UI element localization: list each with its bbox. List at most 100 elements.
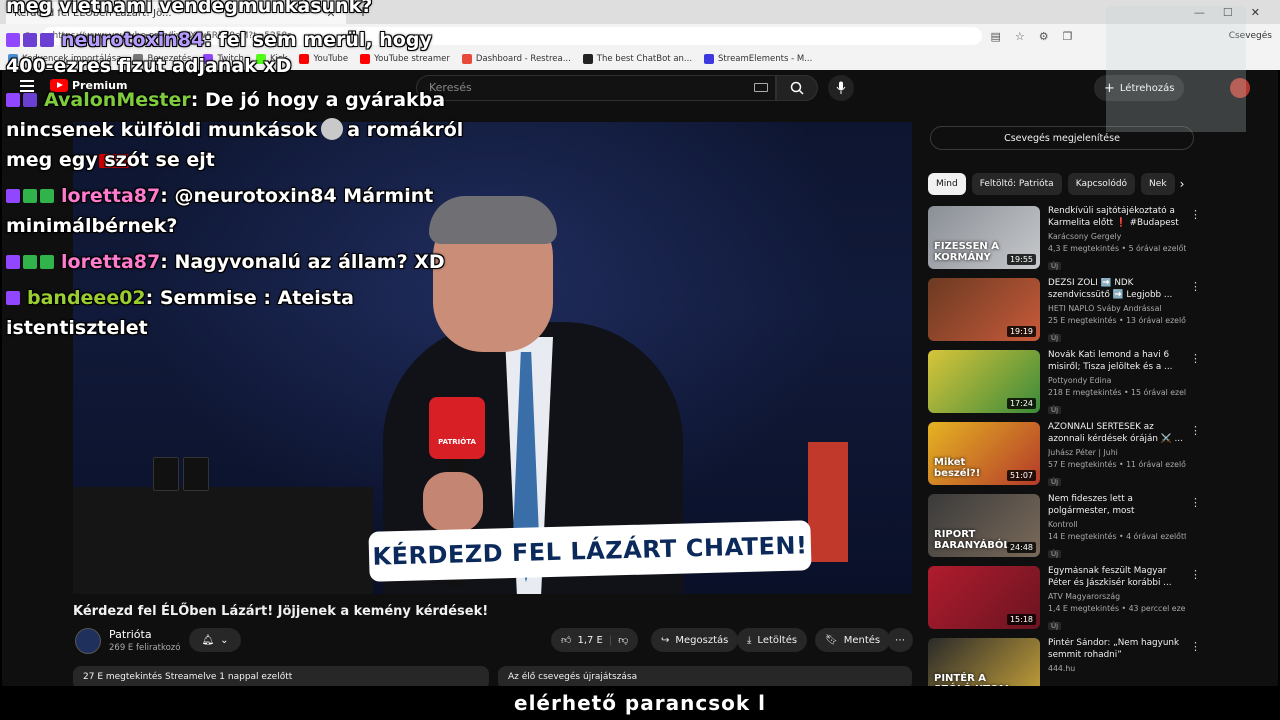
search-icon	[790, 81, 804, 95]
bookmark-item[interactable]: The best ChatBot an...	[582, 54, 692, 64]
reader-icon[interactable]: ▤	[990, 30, 1000, 43]
bookmark-item[interactable]: StreamElements - M...	[704, 54, 812, 64]
video-meta: 25 E megtekintés • 13 órával ezelőtt	[1048, 316, 1186, 325]
keyboard-icon[interactable]	[754, 83, 768, 92]
more-vertical-icon[interactable]: ⋮	[1190, 208, 1201, 221]
video-meta: 1,4 E megtekintés • 43 perccel ezelőtt	[1048, 604, 1186, 613]
video-thumbnail[interactable]: Miket beszél?! 51:07	[928, 422, 1040, 485]
collections-icon[interactable]: ❐	[1063, 30, 1073, 43]
duration-badge: 15:18	[1006, 614, 1036, 625]
video-title[interactable]: Nem fideszes lett a polgármester, most k…	[1048, 494, 1186, 517]
video-title[interactable]: Pintér Sándor: „Nem hagyunk semmit rohad…	[1048, 638, 1186, 661]
speaker-hair	[429, 196, 557, 244]
recommended-video[interactable]: 15:18 Egymásnak feszült Magyar Péter és J…	[928, 566, 1201, 638]
more-vertical-icon[interactable]: ⋮	[1190, 568, 1201, 581]
video-title[interactable]: Rendkívüli sajtótájékoztató a Karmelita …	[1048, 206, 1186, 229]
bookmark-item[interactable]: Dashboard - Restrea...	[461, 54, 571, 64]
channel-name[interactable]: HETI NAPLÓ Sváby Andrással	[1048, 304, 1186, 313]
search-button[interactable]	[776, 75, 818, 101]
video-thumbnail[interactable]: PINTÉR A SZÓLÓ UTCAI	[928, 638, 1040, 686]
chat-line: meg egy szót se ejt	[6, 148, 215, 172]
favorite-star-icon[interactable]: ☆	[1015, 30, 1025, 43]
save-button[interactable]: 🔖︎ Mentés	[815, 628, 891, 652]
video-title[interactable]: DÉZSI ZOLI ➡️ NDK szendvicssütő ➡️ Legjo…	[1048, 278, 1186, 301]
video-thumbnail[interactable]: FIZESSEN A KORMÁNY 19:55	[928, 206, 1040, 269]
thumbs-up-icon: 👍︎	[561, 635, 572, 646]
video-title[interactable]: Egymásnak feszült Magyar Péter és Jászki…	[1048, 566, 1186, 589]
channel-name[interactable]: Patrióta	[109, 628, 152, 641]
filter-chip[interactable]: Kapcsolódó	[1067, 173, 1136, 195]
extensions-icon[interactable]: ⚙	[1039, 30, 1049, 43]
green-badge-icon	[40, 255, 54, 269]
chat-message: : Nagyvonalú az állam? XD	[160, 251, 445, 273]
download-button[interactable]: ⤓ Letöltés	[737, 628, 808, 652]
bookmark-label: StreamElements - M...	[718, 54, 813, 64]
chat-replay-box[interactable]: Az élő csevegés újrajátszása	[498, 666, 912, 686]
subscriber-count: 269 E feliratkozó	[109, 643, 181, 653]
channel-name[interactable]: Juhász Péter | Juhi	[1048, 448, 1186, 457]
filter-chip[interactable]: Mind	[928, 173, 966, 195]
video-thumbnail[interactable]: 15:18	[928, 566, 1040, 629]
recommended-video[interactable]: RIPORT BARANYÁBÓL 24:48 Nem fideszes lett …	[928, 494, 1201, 566]
like-button[interactable]: 👍︎ 1,7 E | 👎︎	[551, 628, 639, 652]
thumbs-down-icon[interactable]: 👎︎	[618, 634, 628, 646]
more-actions-button[interactable]: ⋯	[887, 628, 913, 652]
bookmark-icon: 🔖︎	[825, 634, 838, 646]
chat-line: bandeee02: Semmise : Ateista	[6, 286, 354, 310]
video-thumbnail[interactable]: RIPORT BARANYÁBÓL 24:48	[928, 494, 1040, 557]
channel-name[interactable]: Pottyondy Edina	[1048, 376, 1186, 385]
share-button[interactable]: ↪ Megosztás	[651, 628, 739, 652]
recommended-video[interactable]: Miket beszél?! 51:07 AZONNALI SÉRTÉSEK az …	[928, 422, 1201, 494]
new-badge: Új	[1048, 622, 1062, 630]
search-input[interactable]: Keresés	[416, 75, 776, 101]
channel-name[interactable]: Kontroll	[1048, 520, 1186, 529]
recommended-video[interactable]: 19:19 DÉZSI ZOLI ➡️ NDK szendvicssütő ➡️ …	[928, 278, 1201, 350]
chat-line: loretta87: @neurotoxin84 Mármint	[6, 184, 433, 208]
notification-button[interactable]: 🔔︎ ⌄	[189, 628, 241, 652]
page-scrollbar[interactable]	[1268, 70, 1278, 686]
channel-name[interactable]: ATV Magyarország	[1048, 592, 1186, 601]
video-info: Rendkívüli sajtótájékoztató a Karmelita …	[1048, 206, 1186, 272]
channel-name[interactable]: 444.hu	[1048, 664, 1186, 673]
channel-name[interactable]: Karácsony Gergely	[1048, 232, 1186, 241]
voice-search-button[interactable]	[828, 75, 854, 101]
video-title[interactable]: AZONNALI SÉRTÉSEK az azonnali kérdések ó…	[1048, 422, 1186, 445]
more-vertical-icon[interactable]: ⋮	[1190, 496, 1201, 509]
download-icon: ⤓	[747, 634, 752, 646]
more-vertical-icon[interactable]: ⋮	[1190, 352, 1201, 365]
duration-badge: 17:24	[1006, 398, 1036, 409]
recommended-video[interactable]: PINTÉR A SZÓLÓ UTCAI Pintér Sándor: „Nem …	[928, 638, 1201, 686]
speaker-hand	[423, 472, 483, 532]
more-vertical-icon[interactable]: ⋮	[1190, 280, 1201, 293]
share-icon: ↪	[661, 634, 670, 646]
video-info: Novák Kati lemond a havi 6 misiről; Tisz…	[1048, 350, 1186, 416]
twitch-badge-icon	[6, 189, 20, 203]
duration-badge: 19:19	[1006, 326, 1036, 337]
chat-line: istentisztelet	[6, 316, 148, 340]
chat-message: minimálbérnek?	[6, 215, 178, 237]
recommended-video[interactable]: 17:24 Novák Kati lemond a havi 6 misiről;…	[928, 350, 1201, 422]
new-badge: Új	[1048, 478, 1062, 486]
chat-message: : fel sem merül, hogy	[204, 29, 432, 51]
recommendations-list: FIZESSEN A KORMÁNY 19:55 Rendkívüli sajtót…	[928, 206, 1201, 686]
video-title[interactable]: Novák Kati lemond a havi 6 misiről; Tisz…	[1048, 350, 1186, 373]
video-info: DÉZSI ZOLI ➡️ NDK szendvicssütő ➡️ Legjo…	[1048, 278, 1186, 344]
green-badge-icon	[23, 255, 37, 269]
video-info: Egymásnak feszült Magyar Péter és Jászki…	[1048, 566, 1186, 632]
video-thumbnail[interactable]: 17:24	[928, 350, 1040, 413]
close-window-icon[interactable]: ✕	[1251, 6, 1260, 19]
channel-avatar[interactable]	[75, 628, 101, 654]
chat-username: loretta87	[61, 185, 161, 207]
bookmark-favicon-icon	[704, 54, 715, 64]
filter-chip[interactable]: Nek	[1141, 173, 1175, 195]
twitch-badge-icon	[6, 291, 20, 305]
filter-chip[interactable]: Feltöltő: Patrióta	[971, 173, 1062, 195]
thumbnail-caption: PINTÉR A SZÓLÓ UTCAI	[934, 673, 1009, 686]
description-box[interactable]: 27 E megtekintés Streamelve 1 nappal eze…	[73, 666, 489, 686]
chevron-right-icon[interactable]: ›	[1172, 173, 1192, 195]
more-vertical-icon[interactable]: ⋮	[1190, 640, 1201, 653]
video-thumbnail[interactable]: 19:19	[928, 278, 1040, 341]
more-vertical-icon[interactable]: ⋮	[1190, 424, 1201, 437]
chat-message: : De jó hogy a gyárakba	[190, 89, 446, 111]
recommended-video[interactable]: FIZESSEN A KORMÁNY 19:55 Rendkívüli sajtót…	[928, 206, 1201, 278]
